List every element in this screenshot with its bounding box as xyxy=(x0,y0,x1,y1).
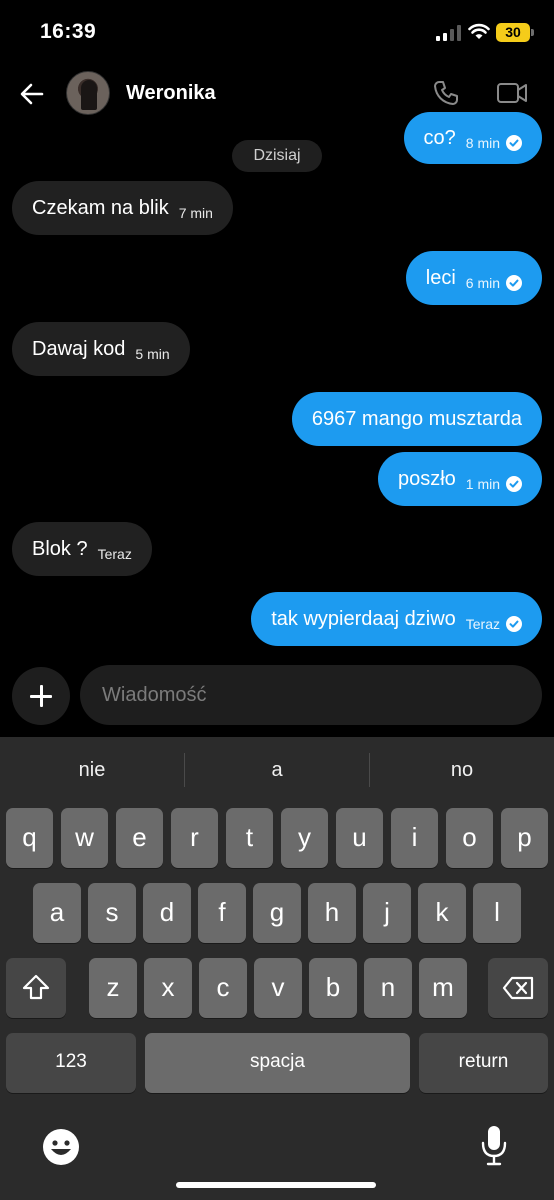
avatar[interactable] xyxy=(66,71,110,115)
message-time: 7 min xyxy=(178,205,213,221)
key-k[interactable]: k xyxy=(418,883,466,943)
back-arrow-icon[interactable] xyxy=(18,80,46,108)
key-e[interactable]: e xyxy=(116,808,163,868)
key-y[interactable]: y xyxy=(281,808,328,868)
battery-icon: 30 xyxy=(496,23,534,42)
message-outgoing[interactable]: co? 8 min xyxy=(403,112,542,164)
shift-key[interactable] xyxy=(6,958,66,1018)
suggestion-1[interactable]: nie xyxy=(0,759,184,782)
key-c[interactable]: c xyxy=(199,958,247,1018)
key-t[interactable]: t xyxy=(226,808,273,868)
numbers-key[interactable]: 123 xyxy=(6,1033,136,1093)
message-incoming[interactable]: Czekam na blik 7 min xyxy=(12,181,233,235)
message-incoming[interactable]: Blok ? Teraz xyxy=(12,522,152,576)
key-v[interactable]: v xyxy=(254,958,302,1018)
checkmark-icon xyxy=(506,616,522,632)
wifi-icon xyxy=(468,23,490,39)
message-text: poszło xyxy=(397,467,456,490)
message-time: 8 min xyxy=(465,135,500,151)
phone-icon[interactable] xyxy=(432,79,460,107)
key-g[interactable]: g xyxy=(253,883,301,943)
space-key[interactable]: spacja xyxy=(145,1033,410,1093)
key-f[interactable]: f xyxy=(198,883,246,943)
message-time: Teraz xyxy=(97,546,132,562)
contact-name[interactable]: Weronika xyxy=(126,82,216,105)
key-m[interactable]: m xyxy=(419,958,467,1018)
suggestion-3[interactable]: no xyxy=(370,759,554,782)
signal-icon xyxy=(436,25,461,41)
message-incoming[interactable]: Dawaj kod 5 min xyxy=(12,322,190,376)
message-time: 5 min xyxy=(135,346,170,362)
message-text: tak wypierdaaj dziwo xyxy=(271,607,456,630)
message-text: Czekam na blik xyxy=(32,196,169,219)
key-x[interactable]: x xyxy=(144,958,192,1018)
message-time: Teraz xyxy=(465,616,500,632)
backspace-key[interactable] xyxy=(488,958,548,1018)
key-u[interactable]: u xyxy=(336,808,383,868)
status-bar: 16:39 30 xyxy=(0,0,554,66)
key-b[interactable]: b xyxy=(309,958,357,1018)
message-outgoing[interactable]: tak wypierdaaj dziwo Teraz xyxy=(251,592,542,646)
emoji-icon[interactable] xyxy=(42,1128,80,1166)
key-n[interactable]: n xyxy=(364,958,412,1018)
keyboard: nie a no q w e r t y u i o p a s d f g h… xyxy=(0,737,554,1200)
message-input[interactable] xyxy=(80,665,542,725)
microphone-icon[interactable] xyxy=(480,1124,508,1166)
date-separator: Dzisiaj xyxy=(232,140,322,172)
key-d[interactable]: d xyxy=(143,883,191,943)
message-text: leci xyxy=(425,266,456,289)
key-h[interactable]: h xyxy=(308,883,356,943)
message-time: 6 min xyxy=(465,275,500,291)
checkmark-icon xyxy=(506,275,522,291)
checkmark-icon xyxy=(506,135,522,151)
plus-icon[interactable] xyxy=(12,667,70,725)
key-j[interactable]: j xyxy=(363,883,411,943)
key-i[interactable]: i xyxy=(391,808,438,868)
message-outgoing[interactable]: 6967 mango musztarda xyxy=(291,392,542,446)
key-z[interactable]: z xyxy=(89,958,137,1018)
key-s[interactable]: s xyxy=(88,883,136,943)
key-l[interactable]: l xyxy=(473,883,521,943)
message-text: Blok ? xyxy=(32,537,88,560)
message-text: co? xyxy=(423,126,456,149)
message-text: 6967 mango musztarda xyxy=(311,407,522,430)
key-r[interactable]: r xyxy=(171,808,218,868)
message-time: 1 min xyxy=(465,476,500,492)
key-p[interactable]: p xyxy=(501,808,548,868)
message-text: Dawaj kod xyxy=(32,337,126,360)
checkmark-icon xyxy=(506,476,522,492)
home-indicator xyxy=(176,1182,376,1188)
status-time: 16:39 xyxy=(40,20,97,43)
key-o[interactable]: o xyxy=(446,808,493,868)
key-w[interactable]: w xyxy=(61,808,108,868)
video-camera-icon[interactable] xyxy=(496,80,528,106)
backspace-icon xyxy=(502,976,534,1000)
message-outgoing[interactable]: leci 6 min xyxy=(405,251,542,305)
key-q[interactable]: q xyxy=(6,808,53,868)
return-key[interactable]: return xyxy=(419,1033,548,1093)
key-a[interactable]: a xyxy=(33,883,81,943)
shift-icon xyxy=(22,974,50,1000)
suggestion-2[interactable]: a xyxy=(185,759,369,782)
message-outgoing[interactable]: poszło 1 min xyxy=(377,452,542,506)
